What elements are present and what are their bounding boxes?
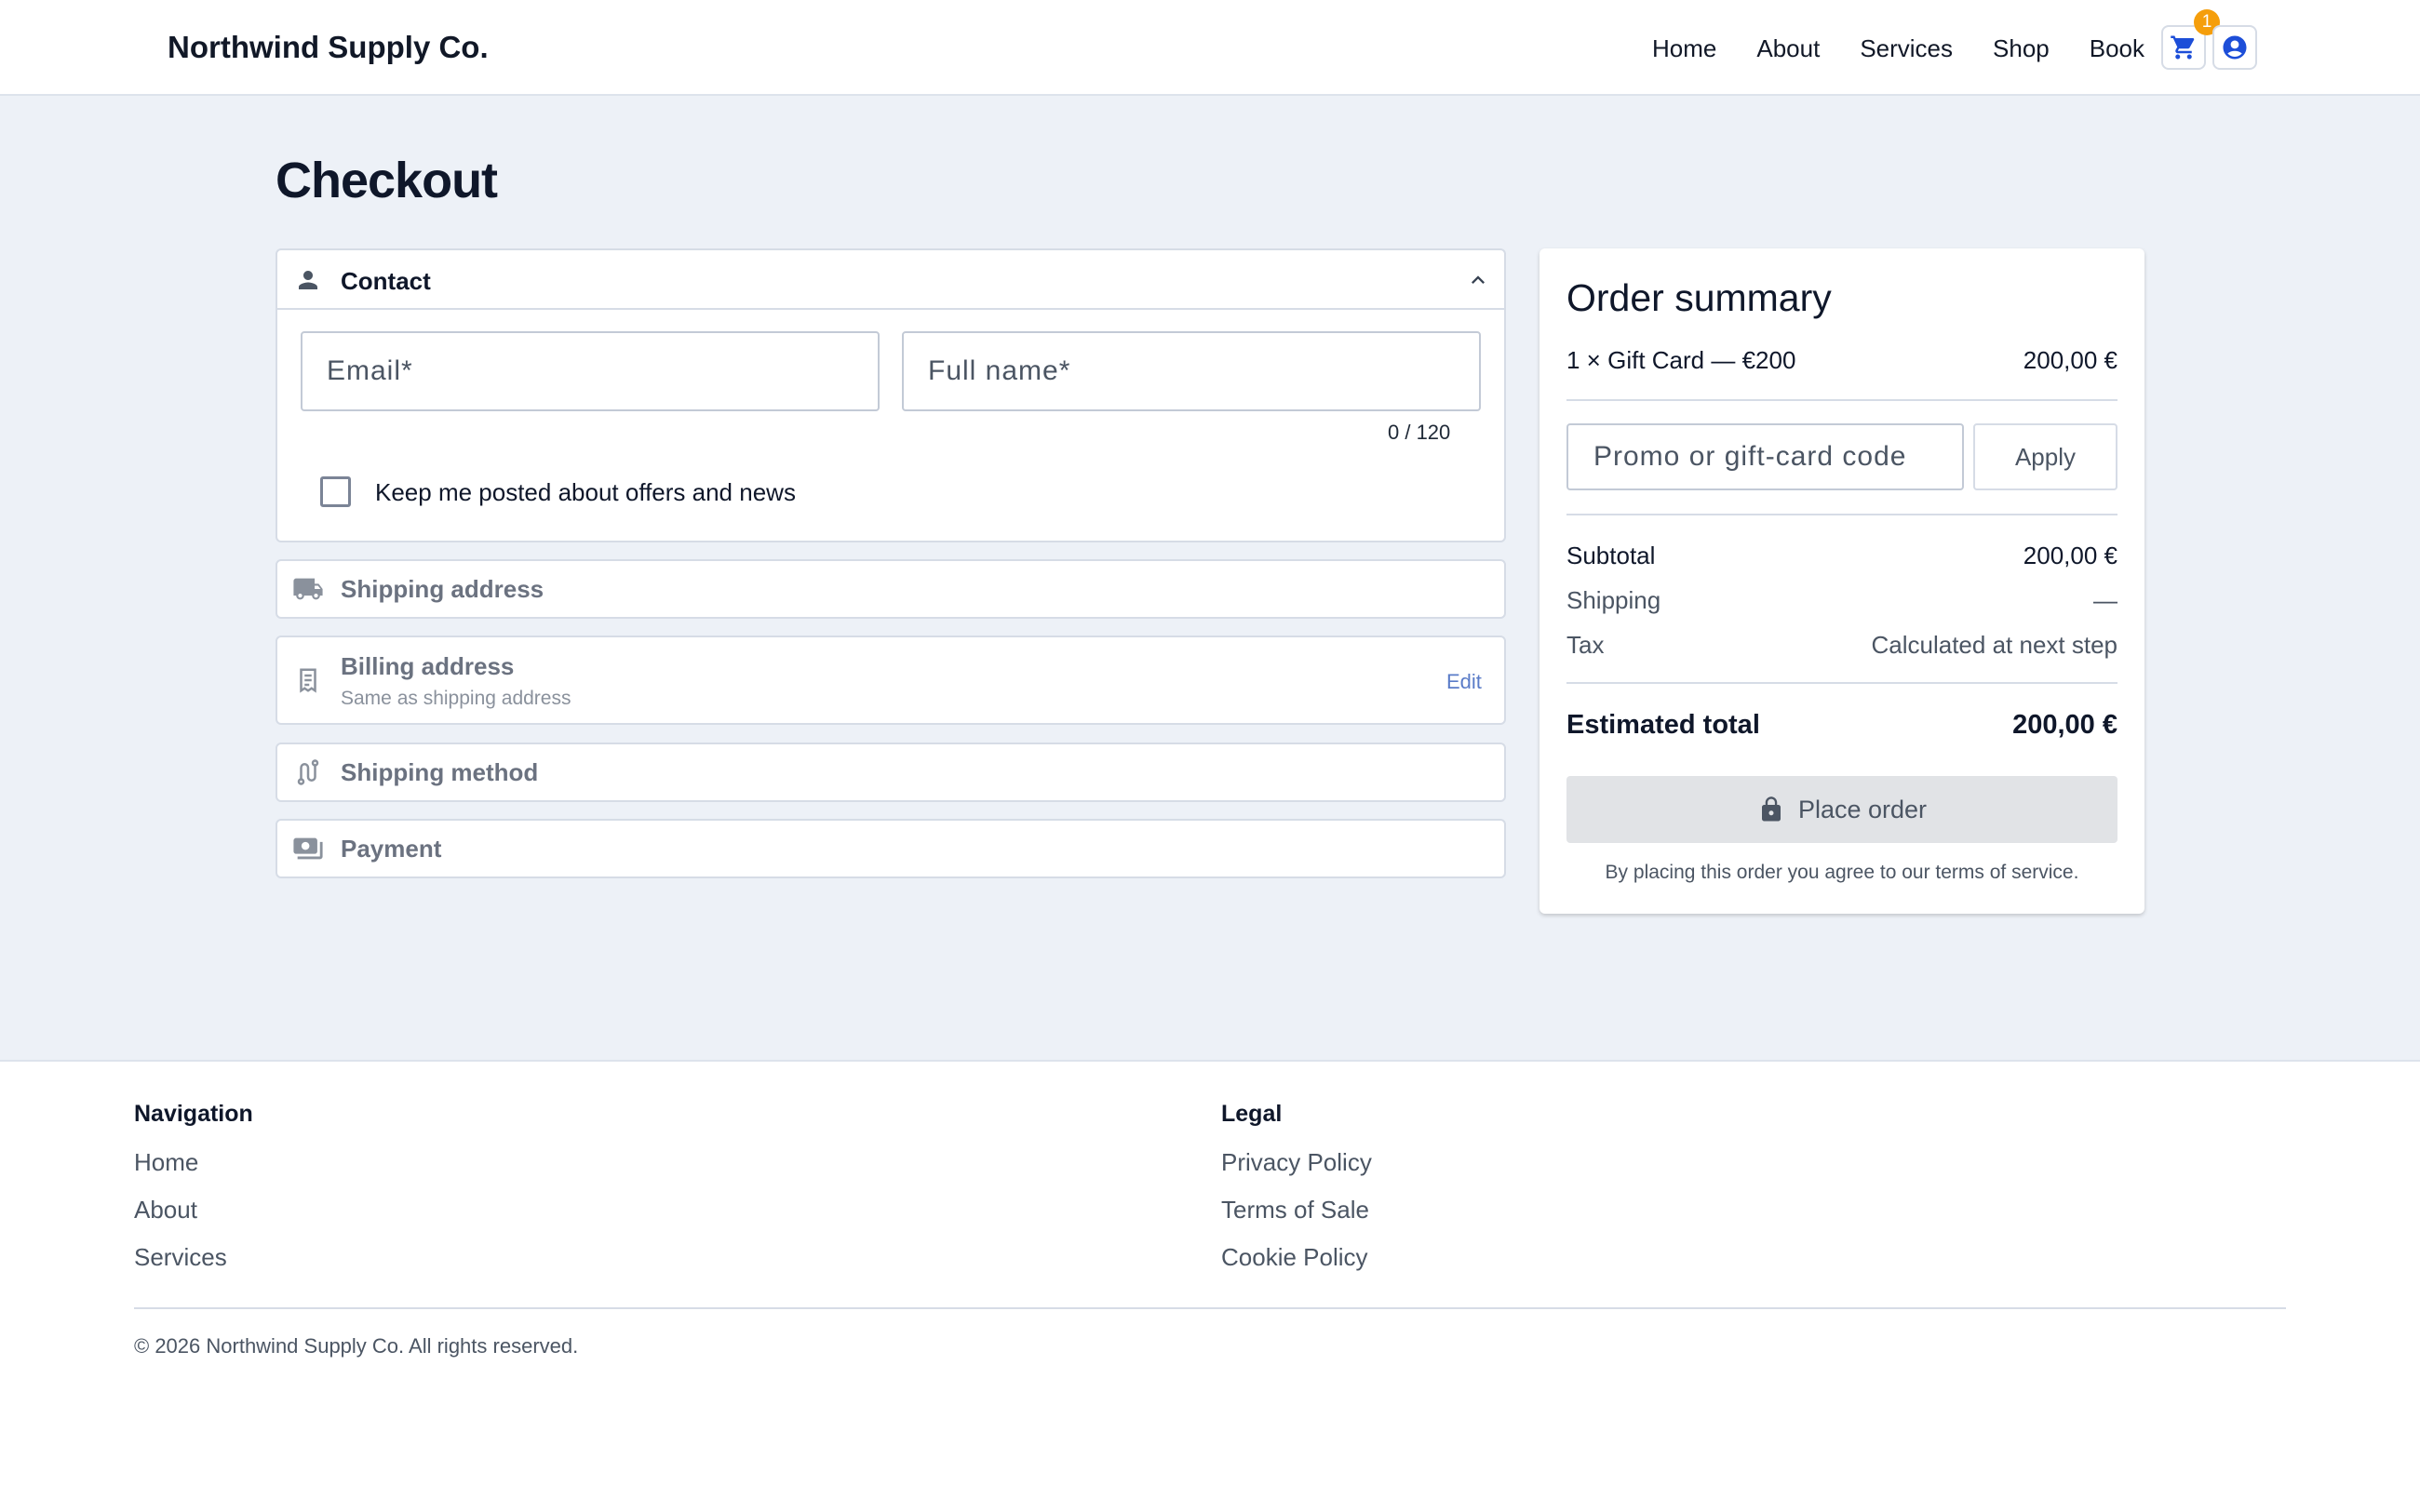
shipping-address-title: Shipping address: [341, 575, 544, 603]
shipping-value: —: [2093, 586, 2118, 614]
footer-navigation-heading: Navigation: [134, 1101, 253, 1127]
contact-section: Contact 0 / 120 Keep me posted about off…: [276, 248, 1506, 542]
footer-navigation-column: Navigation Home About Services: [134, 1101, 253, 1291]
apply-promo-button[interactable]: Apply: [1973, 423, 2118, 490]
site-header: Northwind Supply Co. Home About Services…: [0, 0, 2420, 96]
truck-icon: [292, 573, 324, 605]
email-field[interactable]: [302, 333, 878, 409]
receipt-icon: [292, 664, 324, 696]
name-character-count: 0 / 120: [1388, 421, 1451, 444]
footer-link-home[interactable]: Home: [134, 1148, 253, 1177]
billing-address-title: Billing address: [341, 652, 515, 680]
footer-link-cookies[interactable]: Cookie Policy: [1221, 1243, 1372, 1272]
copyright-notice: © 2026 Northwind Supply Co. All rights r…: [134, 1334, 579, 1358]
person-icon: [292, 264, 324, 296]
payment-section[interactable]: Payment: [276, 819, 1506, 878]
summary-divider: [1566, 399, 2118, 401]
estimated-total-label: Estimated total: [1566, 710, 1760, 740]
estimated-total-value: 200,00 €: [2012, 710, 2118, 740]
payments-icon: [292, 833, 324, 864]
page-title: Checkout: [276, 153, 498, 208]
brand-name[interactable]: Northwind Supply Co.: [168, 30, 489, 65]
site-footer: Navigation Home About Services Legal Pri…: [0, 1060, 2420, 1512]
newsletter-checkbox-label[interactable]: Keep me posted about offers and news: [375, 478, 796, 507]
promo-code-wrapper: [1566, 423, 1964, 490]
shipping-method-title: Shipping method: [341, 758, 539, 786]
nav-home[interactable]: Home: [1652, 34, 1716, 63]
shipping-address-section[interactable]: Shipping address: [276, 559, 1506, 619]
route-icon: [292, 756, 324, 788]
footer-legal-heading: Legal: [1221, 1101, 1283, 1127]
summary-divider: [1566, 514, 2118, 515]
account-icon: [2223, 35, 2247, 60]
terms-notice: By placing this order you agree to our t…: [1605, 862, 2079, 883]
contact-section-title: Contact: [341, 267, 431, 295]
nav-book[interactable]: Book: [2090, 34, 2144, 63]
footer-link-services[interactable]: Services: [134, 1243, 253, 1272]
cart-icon: [2171, 35, 2195, 60]
full-name-field[interactable]: [904, 333, 1479, 409]
main-nav: Home About Services Shop Book: [1652, 34, 2185, 63]
line-item-price: 200,00 €: [2023, 346, 2118, 374]
account-button[interactable]: [2212, 25, 2257, 70]
contact-section-header[interactable]: Contact: [277, 250, 1504, 310]
place-order-label: Place order: [1797, 795, 1928, 823]
footer-legal-column: Legal Privacy Policy Terms of Sale Cooki…: [1221, 1101, 1372, 1291]
tax-label: Tax: [1566, 631, 1605, 659]
subtotal-label: Subtotal: [1566, 542, 1656, 569]
line-item-label: 1 × Gift Card — €200: [1566, 346, 1796, 374]
nav-services[interactable]: Services: [1860, 34, 1953, 63]
billing-edit-link[interactable]: Edit: [1446, 670, 1482, 694]
footer-divider: [134, 1307, 2286, 1309]
email-field-wrapper: [301, 331, 880, 411]
order-summary-title: Order summary: [1566, 276, 1832, 319]
chevron-up-icon[interactable]: [1465, 267, 1491, 293]
billing-address-section[interactable]: Billing address Same as shipping address…: [276, 636, 1506, 725]
newsletter-checkbox[interactable]: [320, 476, 351, 507]
lock-icon: [1757, 796, 1785, 823]
billing-address-subtitle: Same as shipping address: [341, 688, 571, 709]
footer-link-terms[interactable]: Terms of Sale: [1221, 1196, 1372, 1224]
footer-link-about[interactable]: About: [134, 1196, 253, 1224]
summary-divider: [1566, 682, 2118, 684]
footer-link-privacy[interactable]: Privacy Policy: [1221, 1148, 1372, 1177]
promo-code-input[interactable]: [1568, 425, 1962, 488]
subtotal-value: 200,00 €: [2023, 542, 2118, 569]
shipping-label: Shipping: [1566, 586, 1661, 614]
full-name-field-wrapper: [902, 331, 1481, 411]
place-order-button[interactable]: Place order: [1566, 776, 2118, 843]
shipping-method-section[interactable]: Shipping method: [276, 743, 1506, 802]
payment-title: Payment: [341, 835, 442, 863]
tax-value: Calculated at next step: [1871, 631, 2118, 659]
nav-shop[interactable]: Shop: [1993, 34, 2050, 63]
order-summary: Order summary 1 × Gift Card — €200 200,0…: [1539, 248, 2144, 914]
nav-about[interactable]: About: [1756, 34, 1820, 63]
